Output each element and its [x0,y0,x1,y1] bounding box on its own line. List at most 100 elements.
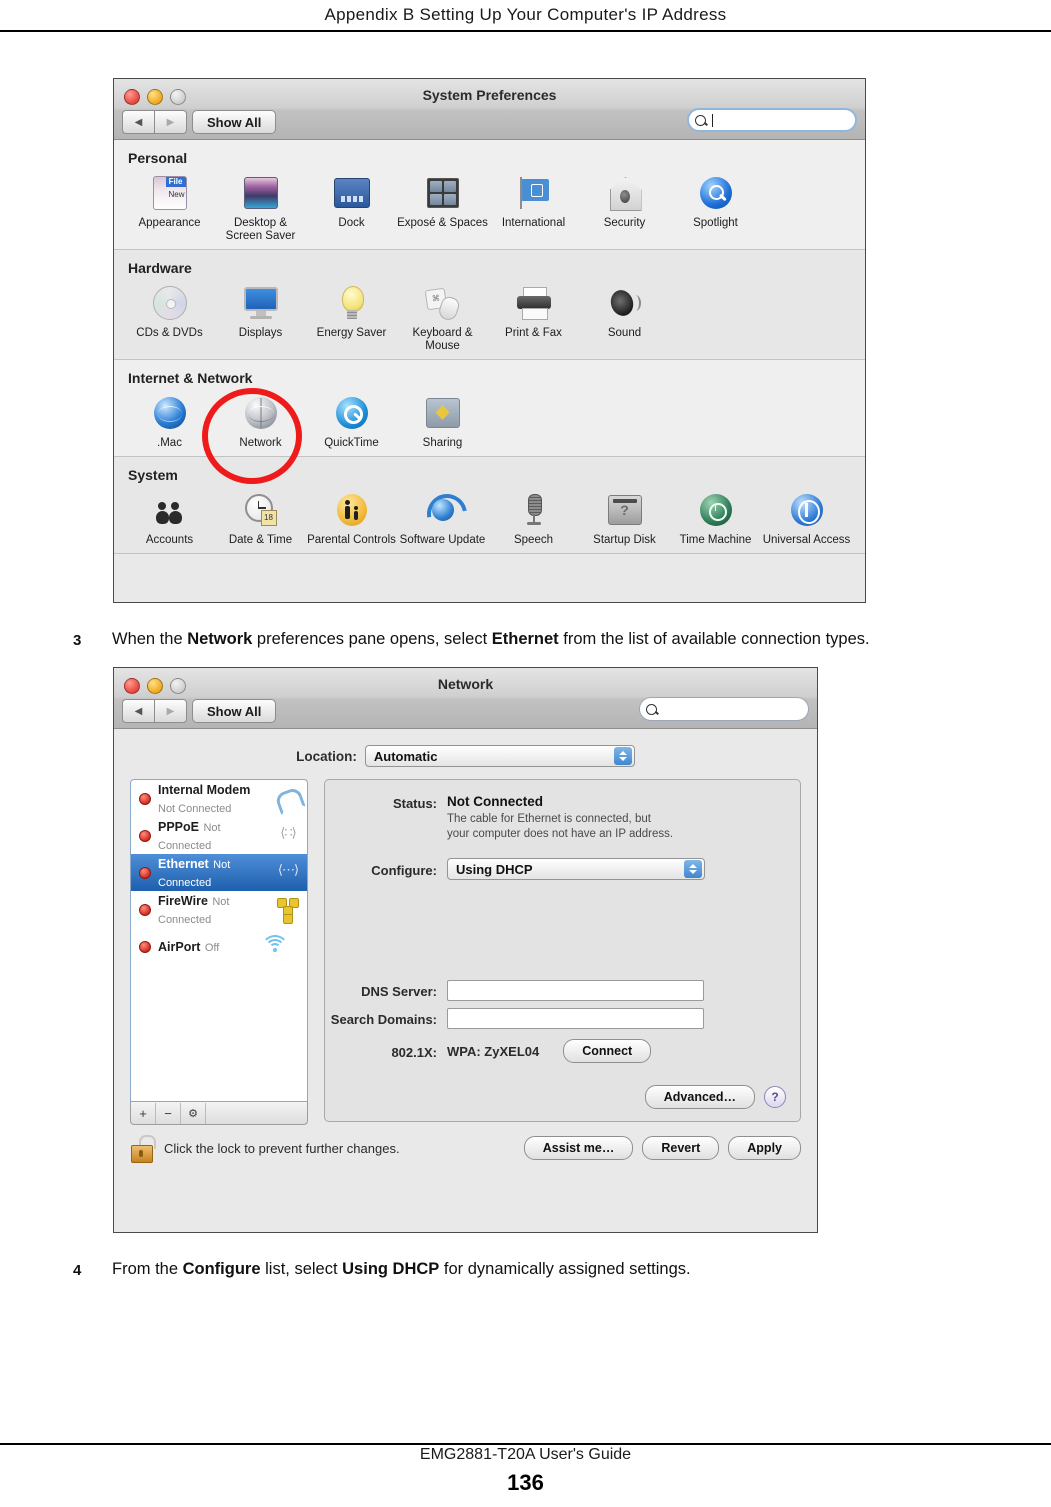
quicktime-icon [306,392,397,434]
pref-label: Sharing [422,437,463,449]
pref-label: Spotlight [693,217,738,229]
step-number: 3 [73,632,82,649]
step-fragment: When the [112,630,188,648]
pref-expose-spaces[interactable]: Exposé & Spaces [397,170,488,243]
lock-hint-text: Click the lock to prevent further change… [164,1140,400,1156]
unlocked-padlock-icon[interactable] [130,1135,156,1163]
dot-mac-icon [124,392,215,434]
search-icon [695,114,706,126]
network-search-input[interactable] [639,697,809,721]
pref-label: Keyboard & Mouse [412,327,473,352]
service-actions-gear-icon[interactable]: ⚙ [181,1102,206,1124]
ethernet-detail-panel: Status: Not Connected The cable for Ethe… [324,779,801,1122]
forward-arrow-icon[interactable]: ▶ [154,110,187,134]
displays-icon [215,282,306,324]
add-service-button[interactable]: + [131,1102,156,1124]
footer-rule [0,1443,1051,1445]
configure-label: Configure: [371,862,437,878]
pref-keyboard-mouse[interactable]: ⌘ Keyboard & Mouse [397,280,488,353]
pref-displays[interactable]: Displays [215,280,306,353]
status-dot-red [139,792,151,805]
search-icon [646,703,657,715]
back-arrow-icon[interactable]: ◀ [122,699,154,723]
pref-desktop-screen-saver[interactable]: Desktop & Screen Saver [215,170,306,243]
pref-label: Print & Fax [505,327,562,339]
appearance-icon [124,172,215,214]
service-item-ethernet[interactable]: Ethernet Not Connected ⟨⋯⟩ [131,854,307,891]
network-preferences-window: Network ◀ ▶ Show All Location: Automatic [113,667,818,1233]
ethernet-icon: ⟨⋯⟩ [277,861,299,877]
pref-speech[interactable]: Speech [488,487,579,547]
pref-label: Universal Access [762,534,851,546]
pref-dock[interactable]: Dock [306,170,397,243]
pref-sound[interactable]: Sound [579,280,670,353]
dns-server-label: DNS Server: [361,984,437,999]
show-all-button[interactable]: Show All [192,699,277,723]
configure-select[interactable]: Using DHCP [447,858,705,880]
pref-quicktime[interactable]: QuickTime [306,390,397,450]
show-all-button[interactable]: Show All [192,110,277,134]
pref-appearance[interactable]: Appearance [124,170,215,243]
stepper-arrows-icon [613,747,632,765]
back-arrow-icon[interactable]: ◀ [122,110,154,134]
revert-button[interactable]: Revert [642,1136,720,1160]
location-select[interactable]: Automatic [364,745,635,767]
connect-button[interactable]: Connect [563,1039,652,1063]
universal-access-icon [761,489,852,531]
pref-date-time[interactable]: 18 Date & Time [215,487,306,547]
service-name: PPPoE [158,819,199,834]
dns-server-input[interactable] [447,980,704,1001]
service-name: Ethernet [158,856,209,871]
help-icon[interactable]: ? [764,1086,786,1108]
network-window-footer: Click the lock to prevent further change… [114,1125,817,1163]
pref-spotlight[interactable]: Spotlight [670,170,761,243]
pref-international[interactable]: International [488,170,579,243]
group-title-internet-network: Internet & Network [128,370,253,386]
sysprefs-search-input[interactable] [687,108,857,132]
dns-server-row: DNS Server: [325,980,784,1001]
pref-time-machine[interactable]: Time Machine [670,487,761,547]
service-item-internal-modem[interactable]: Internal Modem Not Connected [131,780,307,817]
pref-security[interactable]: Security [579,170,670,243]
status-note: The cable for Ethernet is connected, but… [447,813,674,840]
pref-parental-controls[interactable]: Parental Controls [306,487,397,547]
remove-service-button[interactable]: − [156,1102,181,1124]
pref-print-fax[interactable]: Print & Fax [488,280,579,353]
location-label: Location: [296,748,357,764]
search-domains-input[interactable] [447,1008,704,1029]
step-text: When the Network preferences pane opens,… [112,628,870,650]
pref-software-update[interactable]: Software Update [397,486,488,547]
pref-sharing[interactable]: Sharing [397,390,488,450]
pref-label: Accounts [145,534,194,546]
pref-label: Network [239,437,282,449]
keyboard-mouse-icon: ⌘ [397,282,488,324]
pref-accounts[interactable]: Accounts [124,487,215,547]
network-icon [215,392,306,434]
advanced-button[interactable]: Advanced… [644,1085,755,1109]
energy-saver-icon [306,282,397,324]
pref-cds-dvds[interactable]: CDs & DVDs [124,280,215,353]
status-label: Status: [392,796,437,811]
pref-universal-access[interactable]: Universal Access [761,487,852,547]
forward-arrow-icon[interactable]: ▶ [154,699,187,723]
step-fragment-bold: Network [187,630,253,648]
service-item-firewire[interactable]: FireWire Not Connected [131,891,307,928]
modem-icon [274,785,306,816]
assist-me-button[interactable]: Assist me… [523,1136,634,1160]
network-services-list[interactable]: Internal Modem Not Connected PPPoE Not C… [130,779,308,1102]
pref-label: .Mac [157,437,182,449]
pref-network[interactable]: Network [215,390,306,450]
step-text: From the Configure list, select Using DH… [112,1258,691,1280]
location-value: Automatic [373,748,438,764]
spotlight-icon [670,172,761,214]
apply-button[interactable]: Apply [728,1136,801,1160]
speech-icon [488,489,579,531]
cds-dvds-icon [124,282,215,324]
pref-label: Desktop & Screen Saver [225,217,296,242]
pref-energy-saver[interactable]: Energy Saver [306,280,397,353]
pref-startup-disk[interactable]: Startup Disk [579,487,670,547]
service-name: Internal Modem [158,782,251,797]
service-item-pppoe[interactable]: PPPoE Not Connected ⟨∷⟩ [131,817,307,854]
service-item-airport[interactable]: AirPort Off [131,928,307,965]
pref-dot-mac[interactable]: .Mac [124,390,215,450]
